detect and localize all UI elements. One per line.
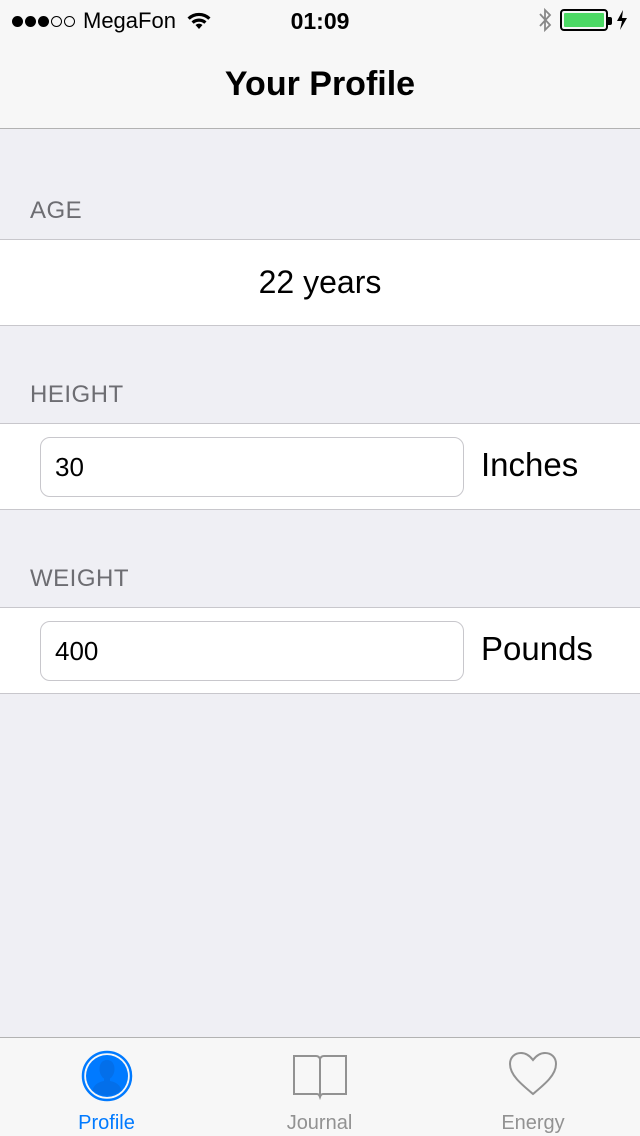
weight-section-header: WEIGHT [30, 565, 129, 592]
tab-journal-label: Journal [286, 1112, 353, 1134]
book-icon [292, 1055, 347, 1101]
tab-bar: Profile Journal Energy [0, 1037, 640, 1136]
battery-icon [560, 9, 612, 31]
tab-profile[interactable]: Profile [0, 1038, 213, 1136]
charging-bolt-icon [617, 10, 627, 30]
bluetooth-icon [539, 7, 552, 33]
tab-journal[interactable]: Journal [213, 1038, 426, 1136]
person-icon [81, 1050, 132, 1102]
tab-profile-label: Profile [78, 1112, 135, 1134]
navigation-bar: Your Profile [0, 40, 640, 129]
height-cell: Inches [0, 423, 640, 510]
status-right [538, 7, 628, 33]
age-value: 22 years [258, 264, 382, 300]
battery-level [564, 13, 604, 27]
weight-unit-label: Pounds [481, 630, 593, 667]
weight-input[interactable] [40, 621, 464, 681]
age-section-header: AGE [30, 197, 83, 224]
height-section-header: HEIGHT [30, 381, 124, 408]
tab-energy[interactable]: Energy [426, 1038, 640, 1136]
height-input[interactable] [40, 437, 464, 497]
height-unit-label: Inches [481, 446, 579, 483]
weight-cell: Pounds [0, 607, 640, 694]
page-title: Your Profile [224, 65, 416, 103]
status-bar: MegaFon 01:09 [0, 0, 640, 40]
heart-icon [508, 1051, 558, 1096]
tab-energy-label: Energy [501, 1112, 565, 1134]
age-cell[interactable]: 22 years [0, 239, 640, 326]
